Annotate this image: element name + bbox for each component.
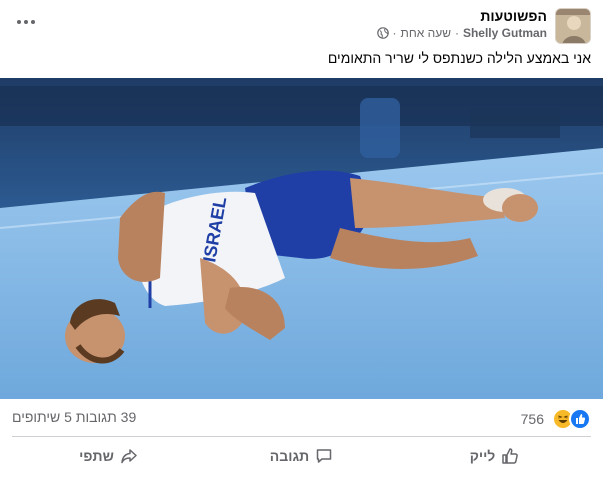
- like-button[interactable]: לייק: [398, 438, 591, 474]
- meta-separator-2: ·: [392, 26, 397, 40]
- comment-icon: [316, 449, 332, 463]
- post-caption: אני באמצע הלילה כשנתפס לי שריר התאומים: [327, 50, 591, 66]
- like-reaction-icon: [569, 408, 591, 430]
- reactions-summary[interactable]: 756: [521, 408, 591, 430]
- share-label: שתפי: [79, 448, 114, 464]
- post-time[interactable]: שעה אחת: [401, 26, 451, 40]
- comments-shares-count[interactable]: 39 תגובות 5 שיתופים: [12, 409, 136, 425]
- meta-separator: ·: [454, 26, 459, 40]
- share-button[interactable]: שתפי: [12, 438, 205, 474]
- reaction-count: 756: [520, 411, 544, 427]
- author-name[interactable]: Shelly Gutman: [463, 26, 547, 40]
- post-stats: 756 39 תגובות 5 שיתופים: [0, 399, 603, 435]
- post-header: הפשוטעות Shelly Gutman · שעה אחת ·: [0, 0, 603, 48]
- post-actions: לייק תגובה שתפי: [12, 438, 591, 474]
- group-avatar[interactable]: [555, 8, 591, 44]
- post-meta: Shelly Gutman · שעה אחת ·: [376, 26, 547, 40]
- more-icon[interactable]: [14, 10, 38, 34]
- comment-label: תגובה: [269, 448, 310, 464]
- like-label: לייק: [469, 448, 496, 464]
- reaction-icons: [552, 408, 591, 430]
- like-icon: [502, 448, 519, 464]
- actions-divider: [12, 436, 591, 437]
- share-icon: [121, 449, 137, 464]
- group-name[interactable]: הפשוטעות: [480, 8, 547, 24]
- comment-button[interactable]: תגובה: [205, 438, 398, 474]
- post-photo[interactable]: ISRAEL: [0, 78, 603, 399]
- globe-icon: [376, 27, 389, 39]
- feed-post: הפשוטעות Shelly Gutman · שעה אחת · אני ב…: [0, 0, 603, 480]
